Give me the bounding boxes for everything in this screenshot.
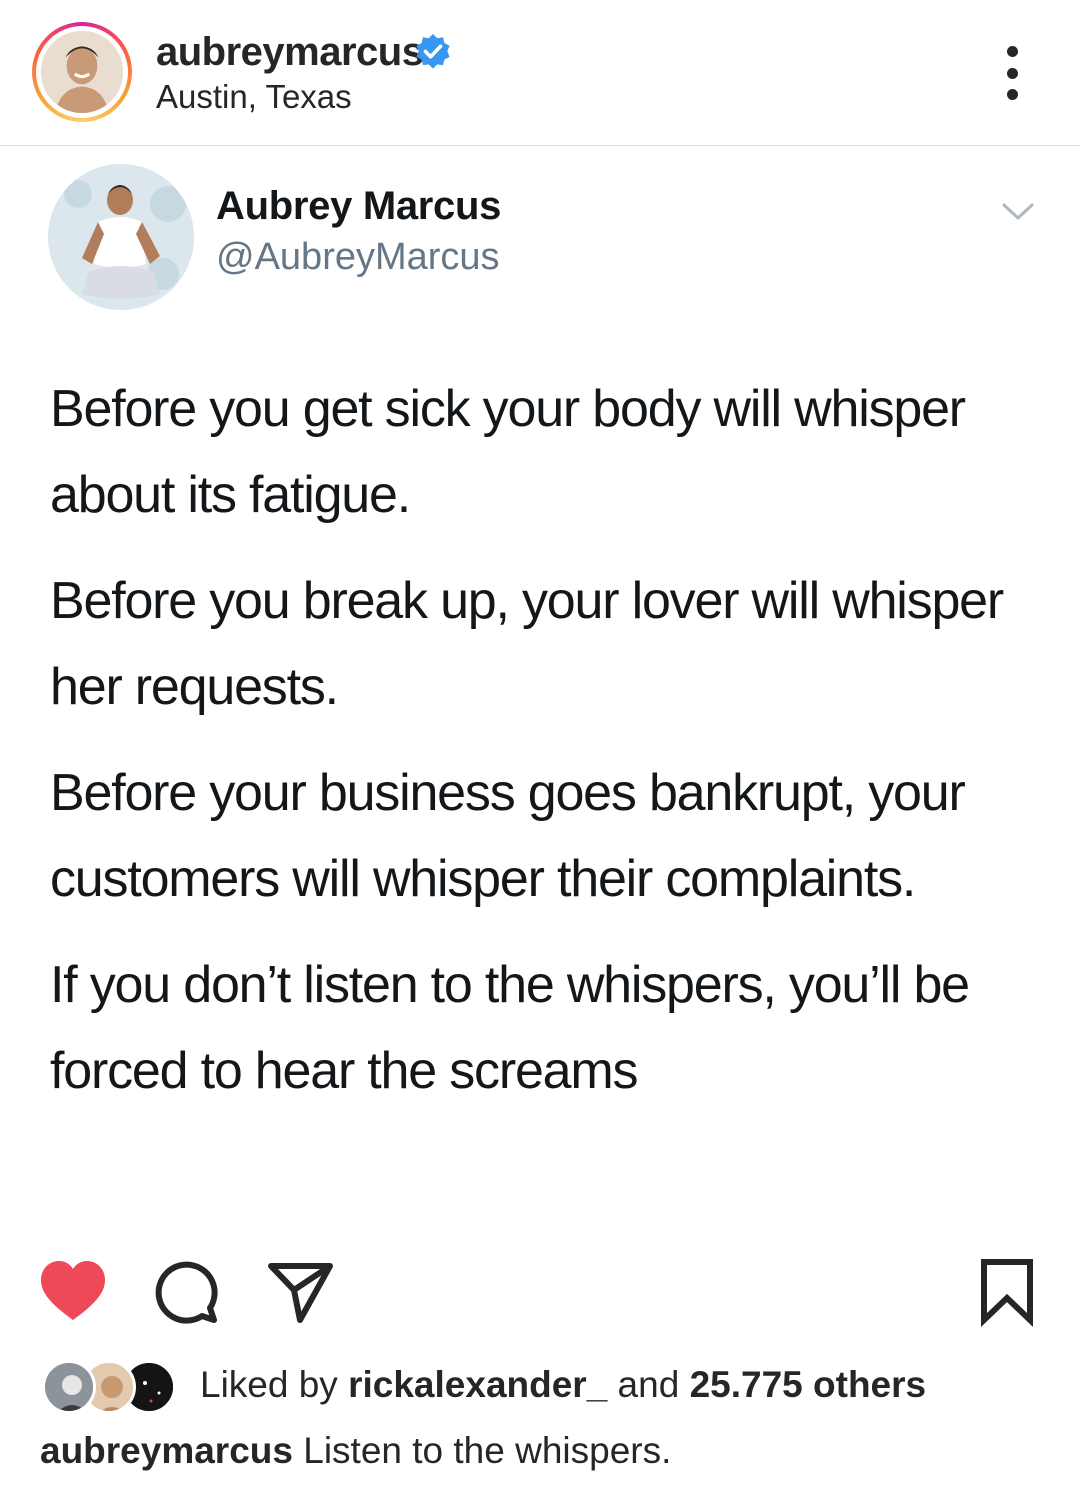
post-username[interactable]: aubreymarcus xyxy=(156,30,424,75)
post-header: aubreymarcus Austin, Texas xyxy=(0,0,1080,146)
post-caption: aubreymarcus Listen to the whispers. xyxy=(40,1430,671,1472)
likes-summary[interactable]: Liked by rickalexander_ and 25.775 other… xyxy=(200,1364,926,1406)
instagram-post: aubreymarcus Austin, Texas Aubrey Marcus… xyxy=(0,0,1080,1512)
likes-row[interactable]: Liked by rickalexander_ and 25.775 other… xyxy=(42,1358,1042,1418)
likes-count[interactable]: 25.775 others xyxy=(690,1364,927,1405)
tweet-avatar xyxy=(48,164,194,310)
profile-avatar[interactable] xyxy=(32,22,132,122)
more-options-icon[interactable] xyxy=(992,46,1032,100)
liker-avatar xyxy=(42,1360,96,1414)
tweet-paragraph: Before you get sick your body will whisp… xyxy=(50,380,966,524)
liker-username[interactable]: rickalexander_ xyxy=(348,1364,607,1405)
avatar-photo xyxy=(41,31,123,113)
tweet-handle: @AubreyMarcus xyxy=(216,236,500,278)
comment-icon[interactable] xyxy=(152,1258,222,1328)
heart-filled-icon[interactable] xyxy=(38,1258,108,1328)
chevron-down-icon xyxy=(1002,203,1034,220)
tweet-paragraph: If you don’t listen to the whispers, you… xyxy=(50,956,970,1100)
action-bar xyxy=(0,1258,1080,1328)
bookmark-icon[interactable] xyxy=(972,1258,1042,1328)
caption-text: Listen to the whispers. xyxy=(292,1430,672,1471)
verified-badge-icon xyxy=(416,33,450,69)
tweet-paragraph: Before your business goes bankrupt, your… xyxy=(50,764,966,908)
tweet-paragraph: Before you break up, your lover will whi… xyxy=(50,572,1004,716)
share-icon[interactable] xyxy=(266,1258,336,1328)
post-location[interactable]: Austin, Texas xyxy=(156,78,352,116)
tweet-display-name: Aubrey Marcus xyxy=(216,184,502,228)
tweet-text: Before you get sick your body will whisp… xyxy=(50,366,1050,1134)
caption-username[interactable]: aubreymarcus xyxy=(40,1430,293,1471)
